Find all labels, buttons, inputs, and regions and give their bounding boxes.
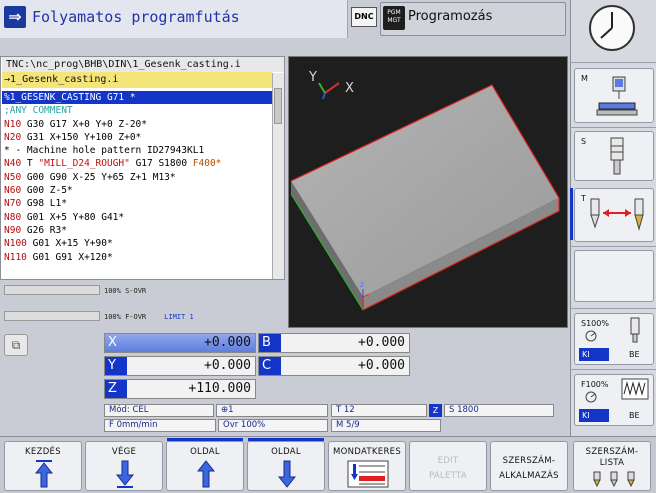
feed-override-on[interactable]: BE [629, 411, 640, 420]
axis-z-row: Z +110.000 [104, 379, 256, 399]
axis-c-row: C +0.000 [258, 356, 410, 376]
spindle-override-off[interactable]: KI [579, 348, 609, 361]
axis-x-value: +0.000 [204, 335, 251, 350]
m-function-softkey[interactable]: M [574, 68, 654, 123]
program-path: TNC:\nc_prog\BHB\DIN\1_Gesenk_casting.i [2, 57, 284, 72]
status-m-function: M 5/9 [331, 419, 441, 432]
s-override-bar [4, 285, 100, 295]
mode-title: Folyamatos programfutás [32, 8, 240, 26]
nc-line[interactable]: N50 G00 G90 X-25 Y+65 Z+1 M13* [2, 171, 272, 184]
nc-line[interactable]: N70 G98 L1* [2, 197, 272, 210]
status-mode: Mód: CÉL [104, 404, 214, 417]
status-spindle-axis: Z [429, 404, 442, 417]
nc-line[interactable]: N20 G31 X+150 Y+100 Z+0* [2, 131, 272, 144]
s-override-label: 100% S-OVR [104, 287, 147, 295]
status-override: Ovr 100% [218, 419, 328, 432]
spindle-override-softkey[interactable]: S100% KI BE [574, 313, 654, 365]
nc-code: %1_GESENK_CASTING G71 * ;ANY COMMENT N10 G… [2, 91, 272, 264]
pgm-mgt-icon: PGM MGT [383, 6, 405, 30]
dnc-icon: DNC [351, 7, 377, 27]
program-file-name[interactable]: →1_Gesenk_casting.i [2, 72, 272, 88]
nc-line[interactable]: N60 G00 Z-5* [2, 184, 272, 197]
programming-title[interactable]: Programozás [408, 9, 492, 24]
empty-softkey[interactable] [574, 250, 654, 302]
nc-line[interactable]: N40 T "MILL_D24_ROUGH" G17 S1800 F400* [2, 157, 272, 170]
tool-change-softkey[interactable]: T [574, 188, 654, 242]
nc-line[interactable]: N80 G01 X+5 Y+80 G41* [2, 211, 272, 224]
feed-override-off[interactable]: KI [579, 409, 609, 422]
spindle-override-on[interactable]: BE [629, 350, 640, 359]
axis-x-row: X +0.000 [104, 333, 256, 353]
feed-override-softkey[interactable]: F100% KI BE [574, 374, 654, 426]
program-run-icon: ⇒ [4, 6, 26, 28]
tool-usage-softkey[interactable]: SZERSZÁM- ALKALMAZÁS [490, 441, 568, 491]
status-tool-number: ⊕1 [216, 404, 328, 417]
3d-workpiece-view[interactable]: Z Y X [288, 56, 568, 328]
axis-y-row: Y +0.000 [104, 356, 256, 376]
spindle-softkey[interactable]: S [574, 131, 654, 181]
nc-line[interactable]: * - Machine hole pattern ID27943KL1 [2, 144, 272, 157]
axis-z-value: +110.000 [188, 381, 251, 396]
status-speed: S 1800 [444, 404, 554, 417]
edit-pallet-softkey[interactable]: EDIT PALETTA [409, 441, 487, 491]
vege-softkey[interactable]: VÉGE [85, 441, 163, 491]
axis-x-label: X [345, 81, 354, 96]
axis-y-label: Y [308, 70, 317, 85]
nc-line[interactable]: N100 G01 X+15 Y+90* [2, 237, 272, 250]
svg-text:Z: Z [360, 282, 364, 289]
clock-icon [588, 4, 636, 52]
nc-line[interactable]: N110 G01 G91 X+120* [2, 251, 272, 264]
nc-line[interactable]: N90 G26 R3* [2, 224, 272, 237]
scrollbar-thumb[interactable] [274, 88, 282, 124]
nc-line[interactable]: N10 G30 G17 X+0 Y+0 Z-20* [2, 118, 272, 131]
axis-c-value: +0.000 [358, 358, 405, 373]
axis-b-value: +0.000 [358, 335, 405, 350]
nc-line[interactable]: ;ANY COMMENT [2, 104, 272, 117]
tool-list-softkey[interactable]: SZERSZÁM- LISTA [573, 441, 651, 491]
kezdes-softkey[interactable]: KEZDÉS [4, 441, 82, 491]
axis-b-row: B +0.000 [258, 333, 410, 353]
page-down-softkey[interactable]: OLDAL [247, 438, 325, 491]
position-display-toggle[interactable]: ⧉ [4, 334, 28, 356]
axis-y-value: +0.000 [204, 358, 251, 373]
f-override-bar [4, 311, 100, 321]
nc-line[interactable]: %1_GESENK_CASTING G71 * [2, 91, 272, 105]
page-up-softkey[interactable]: OLDAL [166, 438, 244, 491]
block-scan-softkey[interactable]: MONDATKERES [328, 441, 406, 491]
status-feed: F 0mm/min [104, 419, 216, 432]
f-override-label: 100% F-OVR LIMIT 1 [104, 313, 194, 321]
status-tool: T 12 [331, 404, 427, 417]
